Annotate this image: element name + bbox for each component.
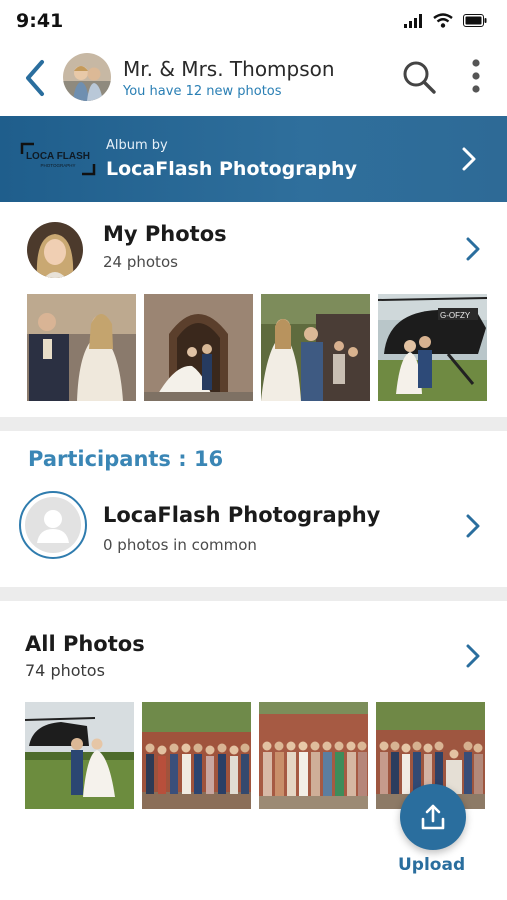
- logo-text: LOCA FLASH: [26, 151, 90, 162]
- participants-section: Participants : 16 LocaFlash Photography …: [0, 431, 507, 587]
- chevron-right-icon: [462, 147, 476, 171]
- participants-title: Participants : 16: [28, 447, 224, 471]
- brand-logo: LOCA FLASH PHOTOGRAPHY: [20, 142, 96, 176]
- chevron-right-icon: [466, 514, 480, 538]
- signal-icon: [404, 13, 422, 28]
- participant-avatar: [19, 491, 87, 559]
- all-photos-count: 74 photos: [25, 661, 105, 680]
- photo-thumbnail[interactable]: [259, 702, 368, 809]
- chevron-right-icon: [466, 237, 480, 261]
- album-banner[interactable]: LOCA FLASH PHOTOGRAPHY Album by LocaFlas…: [0, 116, 507, 202]
- svg-text:G-OFZY: G-OFZY: [440, 311, 471, 320]
- chevron-right-icon: [466, 644, 480, 668]
- photo-thumbnail[interactable]: [144, 294, 253, 401]
- more-vertical-icon: [472, 59, 480, 93]
- status-icons: [404, 13, 487, 28]
- battery-icon: [463, 14, 487, 27]
- logo-subtext: PHOTOGRAPHY: [41, 163, 76, 168]
- all-photos-chevron[interactable]: [464, 643, 482, 669]
- section-divider: [0, 417, 507, 431]
- new-photos-subtitle[interactable]: You have 12 new photos: [123, 84, 282, 99]
- photo-thumbnail[interactable]: [142, 702, 251, 809]
- page-title: Mr. & Mrs. Thompson: [123, 57, 335, 81]
- user-placeholder-icon: [37, 510, 69, 543]
- back-arrow-icon: [26, 60, 44, 96]
- my-avatar: [27, 222, 83, 278]
- wifi-icon: [433, 13, 453, 28]
- section-divider: [0, 587, 507, 601]
- upload-button[interactable]: [400, 784, 466, 850]
- photo-thumbnail[interactable]: [261, 294, 370, 401]
- my-photos-section: My Photos 24 photos G-OFZY: [0, 202, 507, 417]
- status-time: 9:41: [16, 10, 64, 32]
- upload-label[interactable]: Upload: [398, 855, 465, 875]
- banner-chevron-button[interactable]: [458, 146, 480, 172]
- back-button[interactable]: [20, 58, 52, 98]
- all-photos-title: All Photos: [25, 632, 145, 656]
- photo-thumbnail[interactable]: [27, 294, 136, 401]
- status-bar: 9:41: [0, 0, 507, 44]
- search-icon: [403, 61, 436, 94]
- album-by-label: Album by: [106, 138, 168, 153]
- my-photos-title: My Photos: [103, 222, 227, 246]
- album-avatar: [63, 53, 111, 101]
- photo-thumbnail[interactable]: G-OFZY: [378, 294, 487, 401]
- search-button[interactable]: [400, 58, 440, 98]
- my-photos-chevron[interactable]: [464, 236, 482, 262]
- participant-common-count: 0 photos in common: [103, 536, 257, 554]
- header: Mr. & Mrs. Thompson You have 12 new phot…: [0, 44, 507, 116]
- participant-chevron[interactable]: [464, 513, 482, 539]
- participant-name: LocaFlash Photography: [103, 503, 381, 527]
- upload-icon: [421, 804, 445, 830]
- more-options-button[interactable]: [466, 58, 486, 98]
- photo-thumbnail[interactable]: [25, 702, 134, 809]
- album-photographer-name: LocaFlash Photography: [106, 158, 357, 180]
- my-photos-grid: G-OFZY: [27, 294, 487, 401]
- my-photos-count: 24 photos: [103, 253, 178, 271]
